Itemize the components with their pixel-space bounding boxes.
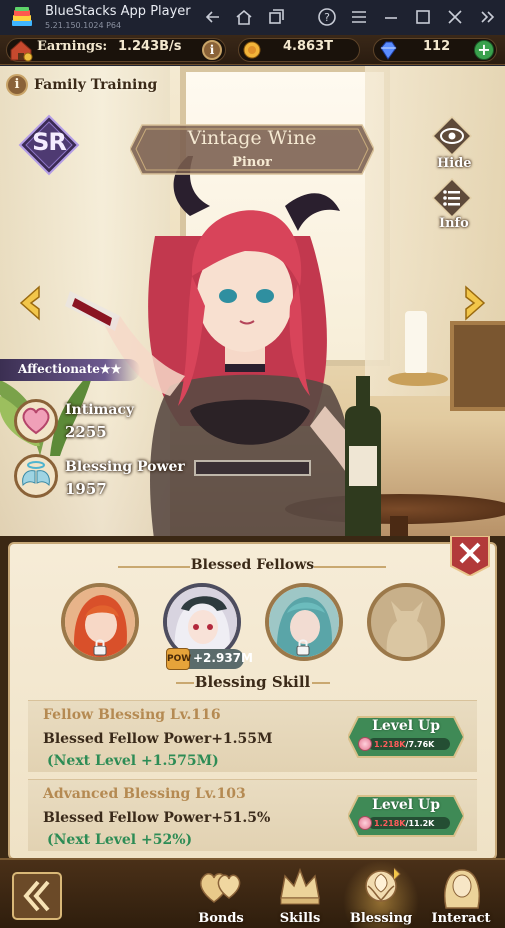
pow-icon: POW [166, 648, 191, 670]
angel-wings-icon [14, 454, 58, 498]
character-scene: i Family Training SR Vintage Wine Pinor … [0, 66, 505, 536]
skill-effect: Blessed Fellow Power+1.55M [43, 731, 273, 747]
nav-skills-label: Skills [279, 911, 321, 926]
next-arrow-icon[interactable] [458, 285, 488, 321]
level-up-button[interactable]: Level Up 1.218K/11.2K [348, 794, 464, 838]
heart-icon [14, 399, 58, 443]
nav-skills[interactable]: Skills [262, 860, 338, 928]
previous-arrow-icon[interactable] [17, 285, 47, 321]
gems-value: 112 [423, 39, 451, 54]
fellow-slot-empty[interactable] [367, 583, 445, 661]
maximize-icon[interactable] [413, 7, 433, 27]
menu-icon[interactable] [349, 7, 369, 27]
lock-icon [296, 639, 310, 656]
earnings-label: Earnings: [37, 39, 108, 54]
cost-have: 1.218K [374, 740, 406, 749]
nav-blessing-label: Blessing [349, 911, 413, 926]
earnings-info-icon[interactable]: i [202, 40, 222, 60]
family-training-button[interactable]: i Family Training [6, 73, 157, 97]
skill-card-fellow-blessing: Fellow Blessing Lv.116 Blessed Fellow Po… [28, 700, 477, 772]
skill-name: Fellow Blessing Lv.116 [43, 707, 221, 723]
fellow-portrait-silver-hair [167, 587, 237, 657]
skill-next-level: (Next Level +52%) [47, 832, 193, 848]
nav-interact-label: Interact [431, 911, 491, 926]
back-arrow-icon[interactable] [203, 7, 223, 27]
back-double-chevron-icon[interactable] [12, 872, 62, 920]
rose-icon [365, 867, 401, 902]
skill-card-advanced-blessing: Advanced Blessing Lv.103 Blessed Fellow … [28, 779, 477, 851]
list-icon[interactable] [432, 178, 472, 218]
eye-icon[interactable] [432, 116, 472, 156]
close-window-icon[interactable] [445, 7, 465, 27]
emulator-title-bar: BlueStacks App Player 5.21.150.1024 P64 … [0, 0, 505, 35]
gem-icon [380, 41, 397, 60]
nav-interact[interactable]: Interact [423, 860, 499, 928]
skill-effect: Blessed Fellow Power+51.5% [43, 810, 271, 826]
rose-icon [358, 816, 372, 830]
level-up-label: Level Up [372, 797, 440, 813]
blessing-power-label: Blessing Power [65, 459, 185, 475]
skill-name: Advanced Blessing Lv.103 [43, 786, 246, 802]
add-gems-button[interactable]: + [474, 40, 494, 60]
blessing-power-value: 1957 [65, 480, 107, 498]
emulator-title: BlueStacks App Player [45, 4, 191, 19]
collapse-sidebar-icon[interactable] [477, 7, 497, 27]
cost-need: /7.76K [405, 740, 435, 749]
intimacy-label: Intimacy [65, 402, 135, 418]
emulator-version: 5.21.150.1024 P64 [45, 21, 122, 30]
home-icon[interactable] [234, 7, 254, 27]
earnings-value: 1.243B/s [118, 39, 182, 54]
gold-value: 4.863T [283, 39, 333, 54]
help-icon[interactable]: ? [317, 7, 337, 27]
nav-blessing[interactable]: Blessing [343, 860, 419, 928]
affection-banner: Affectionate★★ [0, 359, 140, 381]
skill-next-level: (Next Level +1.575M) [47, 753, 219, 769]
recent-apps-icon[interactable] [266, 7, 286, 27]
blessing-skill-title: Blessing Skill [194, 673, 311, 691]
blessed-fellows-title: Blessed Fellows [190, 557, 315, 573]
cost-have: 1.218K [374, 819, 406, 828]
family-training-label: Family Training [34, 77, 158, 93]
hide-label[interactable]: Hide [437, 156, 472, 171]
character-illustration [65, 156, 381, 536]
info-circle-icon: i [6, 74, 28, 96]
svg-text:?: ? [324, 11, 330, 24]
character-subtitle: Pinor [232, 155, 272, 170]
portrait-icon [444, 869, 480, 909]
power-badge: POW +2.937M [166, 648, 253, 670]
level-up-button[interactable]: Level Up 1.218K/7.76K [348, 715, 464, 759]
power-badge-value: +2.937M [193, 651, 253, 665]
nav-bonds-label: Bonds [198, 911, 244, 926]
rarity-label: SR [32, 128, 67, 156]
crown-icon [280, 867, 320, 905]
info-label[interactable]: Info [439, 216, 469, 231]
cost-need: /11.2K [405, 819, 435, 828]
affection-label: Affectionate★★ [18, 362, 122, 376]
empty-fellow-silhouette-icon [386, 601, 428, 657]
hearts-icon [200, 873, 241, 903]
bottom-navigation: Bonds Skills Blessing Interact [0, 858, 505, 928]
gold-coin-icon [243, 41, 261, 59]
picture-frame [450, 321, 505, 411]
character-name: Vintage Wine [187, 127, 317, 149]
level-up-label: Level Up [372, 718, 440, 734]
bluestacks-logo-icon [12, 7, 32, 26]
rose-icon [358, 737, 372, 751]
resource-bar: Earnings: 1.243B/s i 4.863T 112 + [0, 35, 505, 65]
intimacy-value: 2255 [65, 423, 107, 441]
house-coins-icon [10, 40, 33, 62]
lock-icon [93, 639, 107, 656]
minimize-icon[interactable] [381, 7, 401, 27]
nav-bonds[interactable]: Bonds [183, 860, 259, 928]
